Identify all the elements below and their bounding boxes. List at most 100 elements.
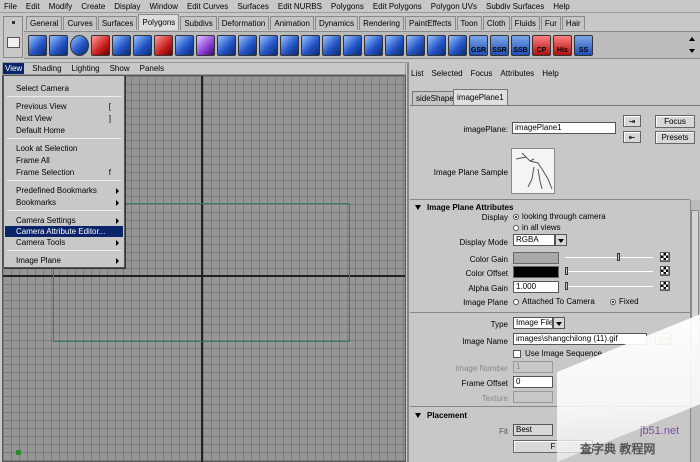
menu-modify[interactable]: Modify — [49, 2, 73, 11]
menu-edit-curves[interactable]: Edit Curves — [187, 2, 228, 11]
append-polygon-icon[interactable] — [280, 34, 299, 56]
poly-cube-icon[interactable] — [196, 34, 215, 56]
extrude-face-icon[interactable] — [112, 34, 131, 56]
menu-item-predefined-bookmarks[interactable]: Predefined Bookmarks — [5, 185, 123, 196]
collapse-icon[interactable] — [406, 34, 425, 56]
shelf-tab-dynamics[interactable]: Dynamics — [314, 16, 359, 30]
color-gain-swatch[interactable] — [513, 252, 559, 264]
polygon-cube-icon[interactable] — [28, 34, 47, 56]
shelf-script-cp-icon[interactable]: CP — [532, 34, 551, 56]
split-edge-icon[interactable] — [322, 34, 341, 56]
extract-icon[interactable] — [385, 34, 404, 56]
radio-icon[interactable] — [513, 298, 519, 305]
shelf-tab-curves[interactable]: Curves — [63, 16, 97, 30]
presets-button[interactable]: Presets — [655, 131, 695, 144]
map-texture-icon[interactable] — [660, 266, 670, 276]
viewport-menu-view[interactable]: View — [3, 63, 25, 74]
duplicate-face-icon[interactable] — [364, 34, 383, 56]
viewport-menu-lighting[interactable]: Lighting — [70, 63, 102, 74]
menu-item-frame-selection[interactable]: Frame Selection f — [5, 167, 123, 178]
shelf-tab-animation[interactable]: Animation — [270, 16, 314, 30]
color-gain-slider[interactable] — [565, 257, 653, 258]
shelf-tab-painteffects[interactable]: PaintEffects — [404, 16, 456, 30]
combine-icon[interactable] — [154, 34, 173, 56]
ae-menu-list[interactable]: List — [409, 69, 423, 81]
chevron-down-icon[interactable] — [555, 234, 567, 246]
alpha-gain-thumb[interactable] — [565, 282, 568, 290]
polygon-cylinder-icon[interactable] — [91, 34, 110, 56]
wedge-face-icon[interactable] — [238, 34, 257, 56]
shelf-tab-cloth[interactable]: Cloth — [482, 16, 510, 30]
menu-create[interactable]: Create — [81, 2, 105, 11]
menu-edit[interactable]: Edit — [26, 2, 40, 11]
shelf-tab-rendering[interactable]: Rendering — [359, 16, 404, 30]
color-gain-thumb[interactable] — [617, 253, 620, 261]
frame-offset-field[interactable]: 0 — [513, 376, 553, 388]
chevron-down-icon[interactable] — [553, 317, 565, 329]
focus-button[interactable]: Focus — [655, 115, 695, 128]
ae-menu-selected[interactable]: Selected — [429, 69, 462, 81]
viewport-menu-panels[interactable]: Panels — [138, 63, 166, 74]
shelf-script-his-icon[interactable]: His — [553, 34, 572, 56]
load-attributes-icon[interactable]: ⇥ — [623, 115, 641, 127]
shelf-tab-deformation[interactable]: Deformation — [217, 16, 270, 30]
polygon-sphere-icon[interactable] — [70, 34, 89, 56]
menu-item-next-view[interactable]: Next View] — [5, 113, 123, 124]
menu-item-bookmarks[interactable]: Bookmarks — [5, 197, 123, 208]
bevel-icon[interactable] — [259, 34, 278, 56]
menu-polygons[interactable]: Polygons — [331, 2, 364, 11]
menu-item-frame-all[interactable]: Frame All — [5, 155, 123, 166]
split-polygon-icon[interactable] — [133, 34, 152, 56]
type-select[interactable]: Image File — [513, 317, 565, 329]
shelf-tab-fluids[interactable]: Fluids — [510, 16, 540, 30]
menu-window[interactable]: Window — [150, 2, 178, 11]
ae-menu-attributes[interactable]: Attributes — [498, 69, 534, 81]
menu-file[interactable]: File — [4, 2, 17, 11]
color-offset-swatch[interactable] — [513, 266, 559, 278]
ae-menu-help[interactable]: Help — [540, 69, 558, 81]
separate-icon[interactable] — [175, 34, 194, 56]
map-texture-icon[interactable] — [660, 281, 670, 291]
menu-display[interactable]: Display — [114, 2, 140, 11]
image-plane-radio-attached[interactable]: Attached To Camera — [513, 297, 595, 306]
shelf-menu-icon[interactable] — [7, 37, 20, 48]
color-offset-slider[interactable] — [565, 271, 653, 272]
shelf-tab-general[interactable]: General — [26, 16, 63, 30]
viewport-menu-shading[interactable]: Shading — [30, 63, 63, 74]
radio-icon[interactable] — [513, 213, 519, 220]
menu-item-camera-settings[interactable]: Camera Settings — [5, 215, 123, 226]
color-offset-thumb[interactable] — [565, 267, 568, 275]
collapse-arrow-icon[interactable] — [415, 412, 421, 418]
alpha-gain-field[interactable]: 1.000 — [513, 281, 559, 293]
menu-item-camera-tools[interactable]: Camera Tools — [5, 237, 123, 248]
shelf-script-gsr-icon[interactable]: GSR — [469, 34, 488, 56]
viewport-menu-show[interactable]: Show — [108, 63, 132, 74]
polygon-plane-icon[interactable] — [49, 34, 68, 56]
menu-surfaces[interactable]: Surfaces — [237, 2, 269, 11]
menu-item-camera-attribute-editor[interactable]: Camera Attribute Editor... — [5, 226, 123, 237]
menu-subdiv-surfaces[interactable]: Subdiv Surfaces — [486, 2, 544, 11]
menu-item-default-home[interactable]: Default Home — [5, 125, 123, 136]
shelf-script-ss-icon[interactable]: SS — [574, 34, 593, 56]
tab-sideshape[interactable]: sideShape — [412, 91, 458, 105]
menu-item-image-plane[interactable]: Image Plane — [5, 255, 123, 266]
shelf-script-ssr-icon[interactable]: SSR — [490, 34, 509, 56]
menu-help[interactable]: Help — [553, 2, 569, 11]
shelf-script-ssb-icon[interactable]: SSB — [511, 34, 530, 56]
shelf-tab-toon[interactable]: Toon — [456, 16, 482, 30]
shelf-tab-polygons[interactable]: Polygons — [138, 14, 180, 30]
radio-icon[interactable] — [610, 298, 616, 305]
quadrangulate-icon[interactable] — [448, 34, 467, 56]
checkbox-icon[interactable] — [513, 349, 521, 358]
merge-vertices-icon[interactable] — [301, 34, 320, 56]
scroll-up-icon[interactable] — [689, 37, 695, 41]
display-radio-allviews[interactable]: in all views — [513, 223, 561, 232]
scroll-down-icon[interactable] — [689, 49, 695, 53]
shelf-tab-subdivs[interactable]: Subdivs — [180, 16, 217, 30]
menu-polygon-uvs[interactable]: Polygon UVs — [431, 2, 477, 11]
cut-face-icon[interactable] — [343, 34, 362, 56]
display-radio-camera[interactable]: looking through camera — [513, 212, 606, 221]
fit-select[interactable]: Best — [513, 424, 553, 436]
display-mode-select[interactable]: RGBA — [513, 234, 567, 246]
node-name-field[interactable]: imagePlane1 — [512, 122, 616, 134]
